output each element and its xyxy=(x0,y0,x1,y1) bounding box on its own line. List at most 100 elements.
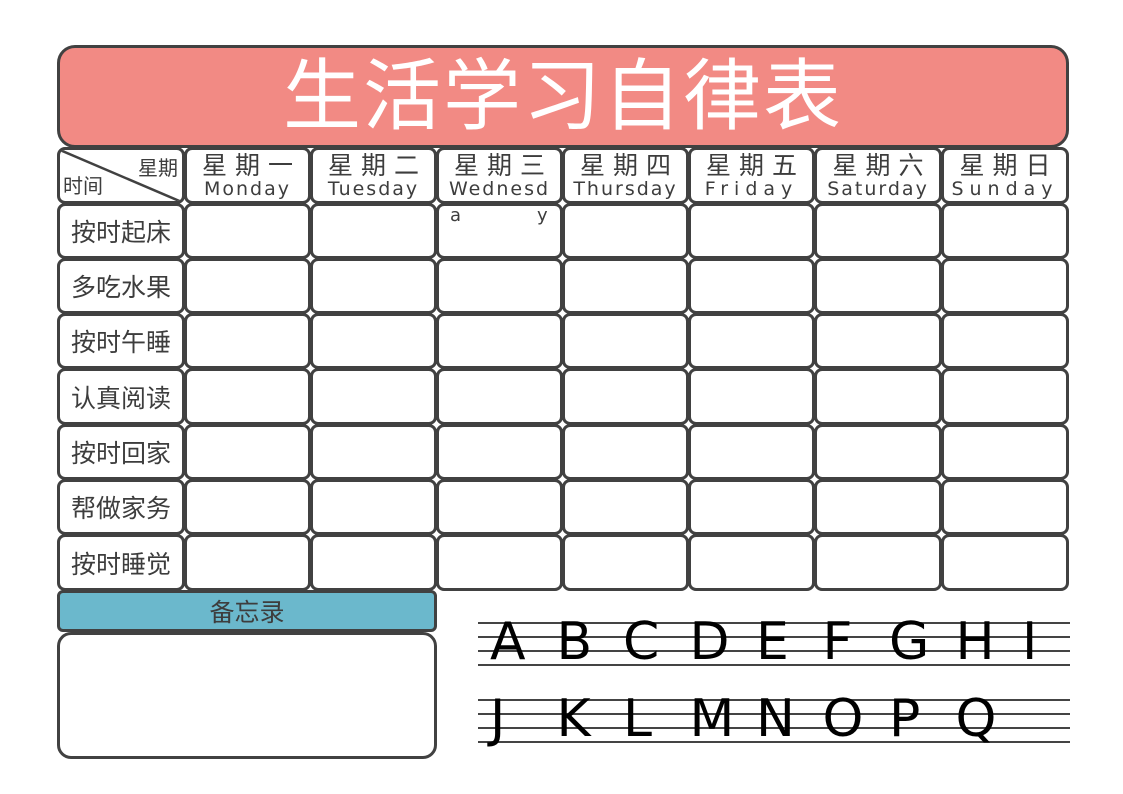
practice-letter: A xyxy=(490,612,526,672)
checkin-cell[interactable] xyxy=(562,534,689,591)
header-overflow-text: a xyxy=(450,205,462,226)
checkin-cell[interactable] xyxy=(941,534,1069,591)
day-header-en: Sunday xyxy=(951,177,1059,200)
checkin-cell[interactable] xyxy=(310,203,437,259)
checkin-cell[interactable] xyxy=(814,313,942,369)
corner-label-time: 时间 xyxy=(63,174,103,198)
checkin-cell[interactable] xyxy=(310,479,437,535)
checkin-cell[interactable] xyxy=(436,258,563,314)
checkin-cell[interactable] xyxy=(688,368,815,425)
practice-letter: O xyxy=(822,689,864,749)
checkin-cell[interactable] xyxy=(814,534,942,591)
checkin-cell[interactable] xyxy=(436,534,563,591)
checkin-cell[interactable] xyxy=(941,258,1069,314)
checkin-cell[interactable] xyxy=(184,258,311,314)
practice-letter: K xyxy=(556,689,591,749)
practice-letter: H xyxy=(955,612,995,672)
checkin-cell[interactable] xyxy=(562,258,689,314)
checkin-cell[interactable] xyxy=(814,368,942,425)
task-label: 按时起床 xyxy=(57,203,185,259)
practice-letter: I xyxy=(1022,612,1038,672)
checkin-cell[interactable] xyxy=(688,424,815,480)
day-header-cn: 星期三 xyxy=(453,150,553,180)
checkin-cell[interactable] xyxy=(688,258,815,314)
practice-letter: Q xyxy=(955,689,997,749)
task-label: 认真阅读 xyxy=(57,368,185,425)
checkin-cell[interactable] xyxy=(184,313,311,369)
checkin-cell[interactable] xyxy=(184,534,311,591)
day-header-en: Friday xyxy=(704,177,799,200)
day-header-tuesday: 星期二 Tuesday xyxy=(310,147,437,204)
checkin-cell[interactable] xyxy=(310,424,437,480)
checkin-cell[interactable] xyxy=(562,479,689,535)
checkin-cell[interactable] xyxy=(184,424,311,480)
checkin-cell[interactable] xyxy=(436,313,563,369)
practice-letter: G xyxy=(889,612,930,672)
task-label: 按时睡觉 xyxy=(57,534,185,591)
day-header-cn: 星期日 xyxy=(959,150,1059,180)
checkin-cell[interactable] xyxy=(436,479,563,535)
day-header-sunday: 星期日 Sunday xyxy=(941,147,1069,204)
day-header-cn: 星期四 xyxy=(579,150,679,180)
checkin-cell[interactable] xyxy=(688,203,815,259)
corner-label-weekday: 星期 xyxy=(138,156,178,180)
day-header-monday: 星期一 Monday xyxy=(184,147,311,204)
checkin-cell[interactable] xyxy=(436,424,563,480)
memo-input-area[interactable] xyxy=(57,632,437,759)
practice-letter: F xyxy=(822,612,853,672)
practice-letter: B xyxy=(556,612,593,672)
letter-row-2: JKLMNOPQ xyxy=(478,693,1070,745)
checkin-cell[interactable] xyxy=(184,479,311,535)
checkin-cell[interactable] xyxy=(814,203,942,259)
checkin-cell[interactable] xyxy=(562,313,689,369)
checkin-cell[interactable] xyxy=(310,368,437,425)
checkin-cell[interactable] xyxy=(688,313,815,369)
day-header-saturday: 星期六 Saturday xyxy=(814,147,942,204)
day-header-en: Wednesd xyxy=(448,177,551,200)
memo-header: 备忘录 xyxy=(57,590,437,632)
day-header-en: Monday xyxy=(203,177,291,200)
header-overflow-text: y xyxy=(537,205,548,226)
checkin-cell[interactable] xyxy=(310,313,437,369)
checkin-cell[interactable] xyxy=(184,203,311,259)
checkin-cell[interactable] xyxy=(941,368,1069,425)
day-header-cn: 星期五 xyxy=(705,150,805,180)
day-header-en: Thursday xyxy=(573,177,678,200)
checkin-cell[interactable] xyxy=(688,534,815,591)
practice-letter: C xyxy=(623,612,660,672)
task-label: 多吃水果 xyxy=(57,258,185,314)
checkin-cell[interactable] xyxy=(436,368,563,425)
checkin-cell[interactable] xyxy=(688,479,815,535)
page-title: 生活学习自律表 xyxy=(282,51,843,142)
checkin-cell[interactable] xyxy=(310,258,437,314)
corner-header-cell: 星期时间 xyxy=(57,147,185,204)
checkin-cell[interactable] xyxy=(941,479,1069,535)
practice-letter: N xyxy=(756,689,795,749)
checkin-cell[interactable] xyxy=(941,313,1069,369)
checkin-cell[interactable] xyxy=(814,424,942,480)
checkin-cell[interactable] xyxy=(562,203,689,259)
checkin-cell[interactable] xyxy=(941,203,1069,259)
task-label: 帮做家务 xyxy=(57,479,185,535)
checkin-cell[interactable] xyxy=(814,479,942,535)
checkin-cell[interactable] xyxy=(814,258,942,314)
practice-letter: D xyxy=(689,612,730,672)
day-header-wednesd: 星期三 Wednesd xyxy=(436,147,563,204)
checkin-cell[interactable] xyxy=(310,534,437,591)
practice-letter: L xyxy=(623,689,652,749)
title-banner: 生活学习自律表 xyxy=(57,45,1069,148)
day-header-cn: 星期六 xyxy=(832,150,932,180)
day-header-friday: 星期五 Friday xyxy=(688,147,815,204)
checkin-cell[interactable] xyxy=(562,368,689,425)
memo-header-label: 备忘录 xyxy=(209,598,285,627)
practice-letter: P xyxy=(889,689,921,749)
practice-letter: J xyxy=(490,689,506,749)
day-header-cn: 星期二 xyxy=(327,150,427,180)
checkin-cell[interactable] xyxy=(941,424,1069,480)
day-header-en: Tuesday xyxy=(327,177,420,200)
checkin-cell[interactable] xyxy=(562,424,689,480)
day-header-cn: 星期一 xyxy=(201,150,301,180)
day-header-en: Saturday xyxy=(827,177,929,200)
checkin-cell[interactable] xyxy=(184,368,311,425)
practice-letter: E xyxy=(756,612,789,672)
